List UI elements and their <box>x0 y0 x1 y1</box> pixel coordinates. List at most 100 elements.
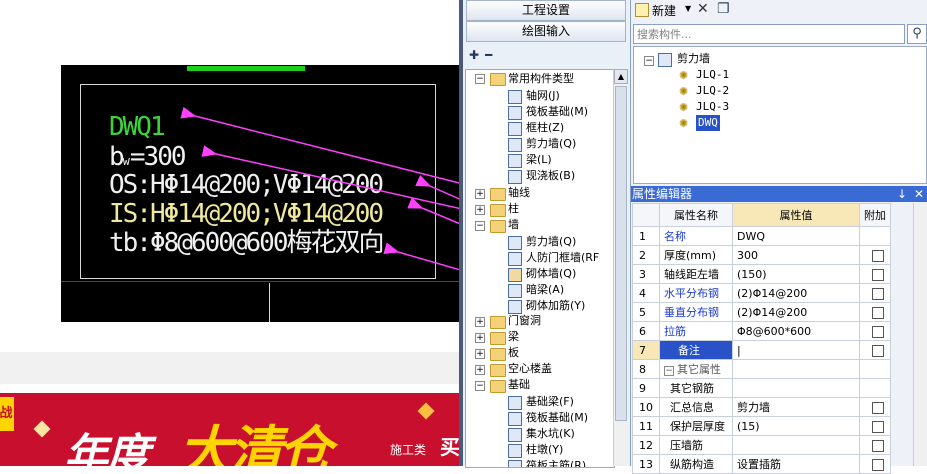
tree-item-hidden-beam[interactable]: 暗梁(A) <box>526 282 564 298</box>
checkbox[interactable] <box>872 420 884 433</box>
prop-value[interactable]: 剪力墙 <box>732 397 860 417</box>
tree-item-foundation-beam[interactable]: 基础梁(F) <box>526 394 574 410</box>
prop-extra[interactable] <box>859 435 891 455</box>
tree-item-sump[interactable]: 集水坑(K) <box>526 426 575 442</box>
tree-item-raft-2[interactable]: 筏板基础(M) <box>526 410 588 426</box>
tab-project-settings[interactable]: 工程设置 <box>466 0 626 21</box>
expand-toggle-icon[interactable]: + <box>475 333 485 343</box>
prop-extra[interactable] <box>859 245 891 265</box>
checkbox[interactable] <box>872 325 884 338</box>
copy-icon[interactable]: ❐ <box>717 1 730 17</box>
tree-column[interactable]: 柱 <box>508 201 519 217</box>
table-row-selected[interactable]: 7 备注 | <box>632 340 891 360</box>
component-item[interactable]: JLQ-2 <box>696 83 729 99</box>
tree-item-beam[interactable]: 梁(L) <box>526 152 552 168</box>
prop-value[interactable] <box>732 435 860 455</box>
table-row[interactable]: 6 拉筋 Φ8@600*600 <box>632 321 891 341</box>
tree-item-raft[interactable]: 筏板基础(M) <box>526 104 588 120</box>
prop-value[interactable]: 300 <box>732 245 860 265</box>
expand-toggle-icon[interactable]: + <box>475 205 485 215</box>
prop-extra[interactable] <box>859 416 891 436</box>
search-icon[interactable]: ⚲ <box>907 24 927 44</box>
checkbox[interactable] <box>872 458 884 471</box>
property-scrollbar[interactable] <box>913 203 927 466</box>
checkbox[interactable] <box>872 249 884 262</box>
expand-toggle-icon[interactable]: + <box>475 365 485 375</box>
tree-item-wall-shear[interactable]: 剪力墙(Q) <box>526 234 576 250</box>
component-item[interactable]: JLQ-3 <box>696 99 729 115</box>
table-row[interactable]: 3 轴线距左墙 (150) <box>632 264 891 284</box>
prop-value[interactable]: DWQ <box>732 226 860 246</box>
prop-extra[interactable] <box>859 264 891 284</box>
prop-value[interactable]: 设置插筋 <box>732 454 860 474</box>
tree-item-masonry-rebar[interactable]: 砌体加筋(Y) <box>526 298 585 314</box>
checkbox[interactable] <box>872 306 884 319</box>
tree-axis[interactable]: 轴线 <box>508 185 530 201</box>
component-group[interactable]: 剪力墙 <box>677 51 710 67</box>
table-row-group[interactable]: 8 − 其它属性 <box>632 359 891 379</box>
chevron-down-icon[interactable]: ▼ <box>685 4 691 13</box>
close-icon[interactable]: ✕ <box>914 186 924 202</box>
tree-door-window[interactable]: 门窗洞 <box>508 313 541 329</box>
table-row[interactable]: 5 垂直分布钢 (2)Φ14@200 <box>632 302 891 322</box>
prop-extra[interactable] <box>859 302 891 322</box>
tree-item-frame-column[interactable]: 框柱(Z) <box>526 120 564 136</box>
prop-value-input[interactable]: | <box>732 340 860 360</box>
collapse-toggle-icon[interactable]: − <box>644 56 654 66</box>
checkbox[interactable] <box>872 287 884 300</box>
tree-item-shear-wall[interactable]: 剪力墙(Q) <box>526 136 576 152</box>
prop-value[interactable]: (150) <box>732 264 860 284</box>
tree-scrollbar[interactable]: ▲ <box>613 69 628 466</box>
prop-extra[interactable] <box>859 321 891 341</box>
prop-value[interactable]: Φ8@600*600 <box>732 321 860 341</box>
expand-toggle-icon[interactable]: + <box>475 317 485 327</box>
component-item-selected[interactable]: DWQ <box>696 115 720 131</box>
collapse-all-icon[interactable]: ━ <box>485 48 492 62</box>
collapse-toggle-icon[interactable]: − <box>664 366 674 376</box>
new-button[interactable]: 新建 <box>652 3 676 19</box>
tree-item-civil-defense[interactable]: 人防门框墙(RF <box>526 250 599 266</box>
tree-item-axis-grid[interactable]: 轴网(J) <box>526 88 560 104</box>
pin-icon[interactable]: ↓ <box>897 186 907 202</box>
new-icon[interactable] <box>635 3 649 17</box>
table-row[interactable]: 10 汇总信息 剪力墙 <box>632 397 891 417</box>
prop-value[interactable]: (2)Φ14@200 <box>732 302 860 322</box>
tree-item-pier[interactable]: 柱墩(Y) <box>526 442 563 458</box>
table-row[interactable]: 11 保护层厚度 (15) <box>632 416 891 436</box>
checkbox[interactable] <box>872 439 884 452</box>
prop-extra[interactable] <box>859 340 891 360</box>
delete-icon[interactable]: ✕ <box>697 1 709 17</box>
scroll-up-icon[interactable]: ▲ <box>614 69 628 84</box>
table-row[interactable]: 13 纵筋构造 设置插筋 <box>632 454 891 474</box>
collapse-toggle-icon[interactable]: − <box>475 221 485 231</box>
component-item[interactable]: JLQ-1 <box>696 67 729 83</box>
tree-item-cast-slab[interactable]: 现浇板(B) <box>526 168 575 184</box>
search-input[interactable]: 搜索构件... <box>633 24 905 44</box>
collapse-toggle-icon[interactable]: − <box>475 74 485 84</box>
prop-extra[interactable] <box>859 454 891 474</box>
prop-extra[interactable] <box>859 397 891 417</box>
tree-beam[interactable]: 梁 <box>508 329 519 345</box>
tree-wall[interactable]: 墙 <box>508 217 519 233</box>
collapse-toggle-icon[interactable]: − <box>475 381 485 391</box>
scroll-thumb[interactable] <box>615 86 627 421</box>
table-row[interactable]: 2 厚度(mm) 300 <box>632 245 891 265</box>
tab-drawing-input[interactable]: 绘图输入 <box>466 21 626 42</box>
expand-toggle-icon[interactable]: + <box>475 189 485 199</box>
tree-item-masonry[interactable]: 砌体墙(Q) <box>526 266 576 282</box>
expand-all-icon[interactable]: ✚ <box>469 48 479 62</box>
prop-name[interactable]: − 其它属性 <box>659 359 733 379</box>
table-row[interactable]: 4 水平分布钢 (2)Φ14@200 <box>632 283 891 303</box>
tree-hollow-slab[interactable]: 空心楼盖 <box>508 361 552 377</box>
checkbox[interactable] <box>872 344 884 357</box>
tree-slab[interactable]: 板 <box>508 345 519 361</box>
prop-value[interactable]: (2)Φ14@200 <box>732 283 860 303</box>
checkbox[interactable] <box>872 401 884 414</box>
table-row[interactable]: 9 其它钢筋 <box>632 378 891 398</box>
tree-foundation[interactable]: 基础 <box>508 377 530 393</box>
table-row[interactable]: 1 名称 DWQ <box>632 226 891 246</box>
expand-toggle-icon[interactable]: + <box>475 349 485 359</box>
tree-common-types[interactable]: 常用构件类型 <box>508 71 574 87</box>
table-row[interactable]: 12 压墙筋 <box>632 435 891 455</box>
tree-item-raft-rebar[interactable]: 筏板主筋(R) <box>526 458 586 467</box>
